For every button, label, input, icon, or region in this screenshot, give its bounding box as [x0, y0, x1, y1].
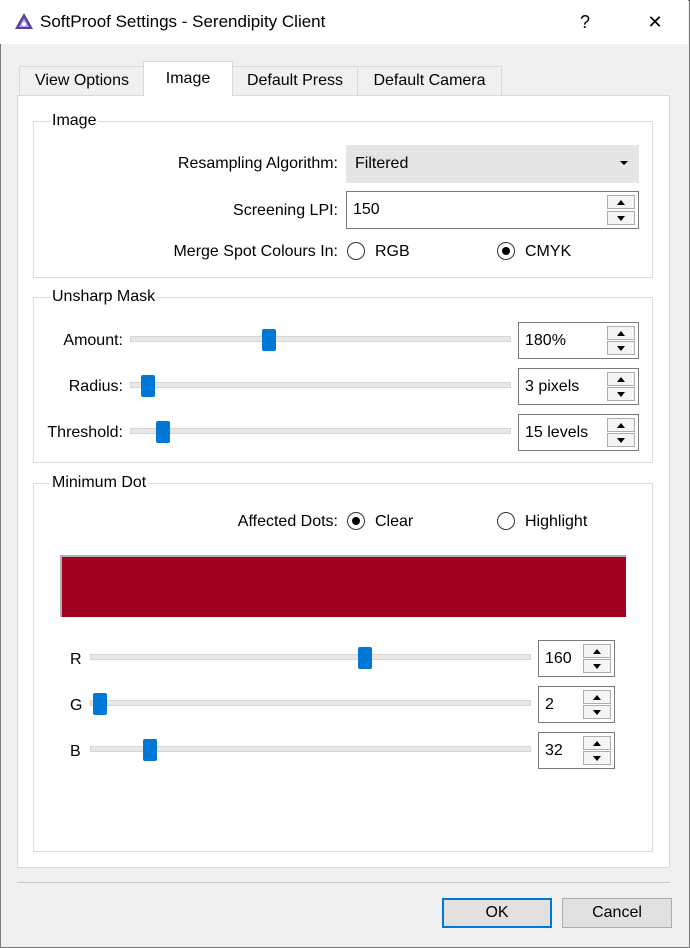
radio-clear-label[interactable]: Clear [375, 513, 413, 531]
spin-up-button[interactable] [607, 418, 635, 432]
chevron-up-icon [617, 422, 625, 428]
b-value: 32 [545, 742, 563, 759]
threshold-slider-thumb[interactable] [156, 421, 170, 443]
spin-up-button[interactable] [607, 372, 635, 386]
b-label: B [70, 743, 81, 760]
threshold-slider[interactable] [130, 428, 511, 434]
radio-rgb-label[interactable]: RGB [375, 243, 410, 261]
chevron-up-icon [593, 694, 601, 700]
footer-divider [17, 882, 670, 883]
radio-selected-dot [352, 517, 360, 525]
spin-down-button[interactable] [607, 433, 635, 447]
resampling-value: Filtered [355, 155, 409, 172]
amount-spinbox[interactable]: 180% [518, 322, 639, 359]
screening-lpi-label: Screening LPI: [233, 202, 338, 219]
resampling-label: Resampling Algorithm: [177, 155, 338, 172]
screening-lpi-value: 150 [353, 201, 380, 218]
r-spinbox[interactable]: 160 [538, 640, 615, 677]
chevron-up-icon [593, 648, 601, 654]
chevron-down-icon [617, 437, 625, 443]
chevron-down-icon [617, 345, 625, 351]
minimum-dot-color-swatch [60, 555, 626, 617]
radio-selected-dot [502, 247, 510, 255]
resampling-dropdown[interactable]: Filtered [346, 145, 639, 183]
threshold-value: 15 levels [525, 424, 589, 441]
tab-default-camera[interactable]: Default Camera [357, 66, 502, 95]
merge-spot-label: Merge Spot Colours In: [173, 243, 338, 260]
r-slider-thumb[interactable] [358, 647, 372, 669]
amount-slider-thumb[interactable] [262, 329, 276, 351]
g-slider-thumb[interactable] [93, 693, 107, 715]
g-value: 2 [545, 696, 554, 713]
tab-view-options[interactable]: View Options [19, 66, 145, 95]
spin-down-button[interactable] [607, 387, 635, 401]
app-logo-icon [15, 13, 33, 29]
minimum-dot-title: Minimum Dot [50, 474, 149, 492]
amount-label: Amount: [63, 332, 123, 349]
chevron-down-icon [593, 709, 601, 715]
title-bar: SoftProof Settings - Serendipity Client … [0, 0, 688, 44]
b-slider-thumb[interactable] [143, 739, 157, 761]
radio-highlight-label[interactable]: Highlight [525, 513, 587, 531]
threshold-label: Threshold: [47, 424, 123, 441]
radius-spinbox[interactable]: 3 pixels [518, 368, 639, 405]
radio-highlight[interactable] [497, 512, 515, 530]
spin-down-button[interactable] [583, 751, 611, 765]
spin-down-button[interactable] [583, 659, 611, 673]
spin-up-button[interactable] [583, 736, 611, 750]
chevron-down-icon [593, 755, 601, 761]
dropdown-arrow-icon [620, 161, 628, 165]
r-value: 160 [545, 650, 572, 667]
g-slider[interactable] [90, 700, 531, 706]
chevron-up-icon [617, 376, 625, 382]
radius-value: 3 pixels [525, 378, 580, 395]
chevron-down-icon [617, 215, 625, 221]
spin-down-button[interactable] [607, 211, 635, 225]
radius-label: Radius: [68, 378, 123, 395]
amount-slider[interactable] [130, 336, 511, 342]
r-slider[interactable] [90, 654, 531, 660]
screening-lpi-spinbox[interactable]: 150 [346, 191, 639, 229]
close-button[interactable]: ✕ [632, 0, 678, 44]
spin-down-button[interactable] [583, 705, 611, 719]
spin-up-button[interactable] [583, 690, 611, 704]
window-title: SoftProof Settings - Serendipity Client [40, 12, 326, 31]
radius-slider-thumb[interactable] [141, 375, 155, 397]
cancel-button[interactable]: Cancel [562, 898, 672, 928]
ok-button[interactable]: OK [442, 898, 552, 928]
radio-rgb[interactable] [347, 242, 365, 260]
threshold-spinbox[interactable]: 15 levels [518, 414, 639, 451]
radio-cmyk[interactable] [497, 242, 515, 260]
r-label: R [70, 651, 82, 668]
chevron-up-icon [617, 199, 625, 205]
b-spinbox[interactable]: 32 [538, 732, 615, 769]
unsharp-mask-title: Unsharp Mask [50, 288, 158, 306]
spin-up-button[interactable] [583, 644, 611, 658]
radio-clear[interactable] [347, 512, 365, 530]
g-spinbox[interactable]: 2 [538, 686, 615, 723]
chevron-down-icon [617, 391, 625, 397]
spin-up-button[interactable] [607, 195, 635, 209]
g-label: G [70, 697, 83, 714]
radio-cmyk-label[interactable]: CMYK [525, 243, 571, 261]
affected-dots-label: Affected Dots: [237, 513, 338, 530]
tab-image[interactable]: Image [143, 61, 233, 96]
chevron-up-icon [617, 330, 625, 336]
image-group-title: Image [50, 112, 99, 130]
chevron-down-icon [593, 663, 601, 669]
spin-down-button[interactable] [607, 341, 635, 355]
tab-default-press[interactable]: Default Press [232, 66, 358, 95]
radius-slider[interactable] [130, 382, 511, 388]
chevron-up-icon [593, 740, 601, 746]
spin-up-button[interactable] [607, 326, 635, 340]
help-button[interactable]: ? [562, 0, 608, 44]
amount-value: 180% [525, 332, 566, 349]
